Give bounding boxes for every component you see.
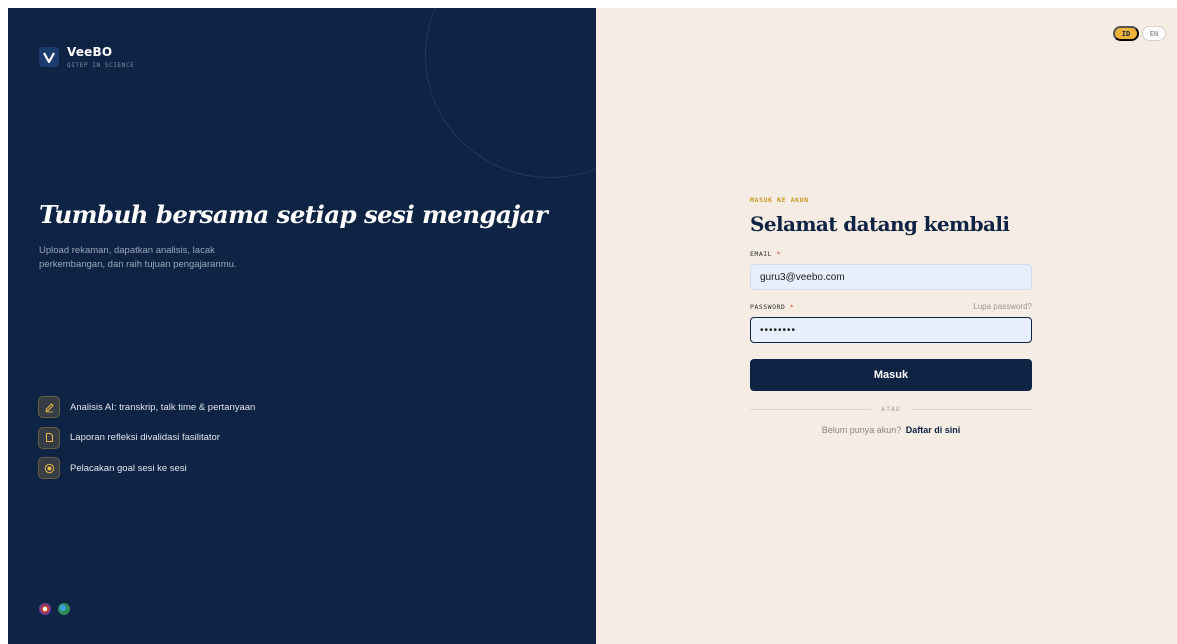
language-en-button[interactable]: EN — [1142, 26, 1166, 41]
brand-name: VeeBO — [67, 45, 113, 59]
document-icon — [38, 426, 60, 449]
email-label: EMAIL * — [750, 250, 1032, 258]
partner-logo-icon — [39, 603, 51, 615]
divider-line — [910, 408, 1032, 410]
feature-item: Pelacakan goal sesi ke sesi — [38, 457, 255, 479]
password-label-row: PASSWORD * Lupa password? — [750, 302, 1032, 311]
veebo-logo-icon — [39, 47, 59, 67]
login-button[interactable]: Masuk — [750, 359, 1032, 391]
register-prompt-text: Belum punya akun? — [821, 425, 902, 435]
password-field[interactable] — [750, 317, 1032, 343]
target-icon — [38, 457, 60, 479]
hero-title: Tumbuh bersama setiap sesi mengajar — [39, 200, 548, 229]
login-panel: ID EN MASUK KE AKUN Selamat datang kemba… — [596, 8, 1177, 644]
brand: VeeBO QITEP IN SCIENCE — [39, 45, 134, 69]
forgot-password-link[interactable]: Lupa password? — [973, 302, 1032, 311]
password-label: PASSWORD * — [750, 303, 794, 311]
form-heading: Selamat datang kembali — [750, 212, 1010, 236]
language-switcher: ID EN — [1113, 26, 1166, 41]
feature-label: Pelacakan goal sesi ke sesi — [70, 462, 187, 474]
page-frame: VeeBO QITEP IN SCIENCE Tumbuh bersama se… — [8, 8, 1177, 644]
divider-label: ATAU — [881, 405, 901, 413]
logo-v-glyph — [43, 51, 55, 63]
form-eyebrow: MASUK KE AKUN — [750, 196, 809, 204]
register-link[interactable]: Daftar di sini — [906, 425, 961, 435]
hero-description: Upload rekaman, dapatkan analisis, lacak… — [39, 245, 237, 270]
feature-item: Analisis AI: transkrip, talk time & pert… — [38, 396, 255, 418]
decorative-circle — [425, 8, 596, 178]
feature-label: Analisis AI: transkrip, talk time & pert… — [70, 401, 256, 413]
email-label-text: EMAIL — [750, 250, 773, 258]
password-label-text: PASSWORD — [750, 302, 786, 311]
feature-item: Laporan refleksi divalidasi fasilitator — [38, 426, 255, 449]
required-marker: * — [789, 302, 795, 311]
feature-label: Laporan refleksi divalidasi fasilitator — [70, 432, 220, 443]
brand-subtitle: QITEP IN SCIENCE — [67, 62, 135, 69]
pencil-icon — [38, 396, 60, 418]
feature-list: Analisis AI: transkrip, talk time & pert… — [38, 396, 255, 488]
login-form: MASUK KE AKUN Selamat datang kembali EMA… — [750, 196, 1032, 435]
required-marker: * — [776, 250, 781, 258]
globe-logo-icon — [58, 603, 70, 615]
partner-logos — [39, 603, 77, 615]
register-prompt: Belum punya akun? Daftar di sini — [750, 425, 1032, 435]
email-field[interactable] — [750, 264, 1032, 290]
divider-line — [750, 408, 872, 410]
or-divider: ATAU — [750, 405, 1032, 413]
hero-panel: VeeBO QITEP IN SCIENCE Tumbuh bersama se… — [8, 8, 596, 644]
language-id-button[interactable]: ID — [1113, 26, 1139, 41]
